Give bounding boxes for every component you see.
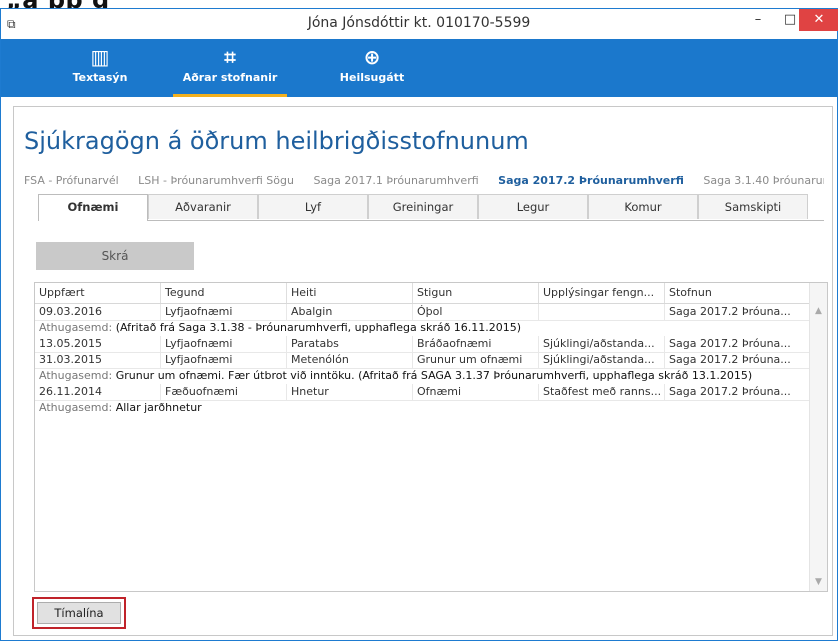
column-header-institution[interactable]: Stofnun xyxy=(665,283,811,303)
tab-legur[interactable]: Legur xyxy=(478,194,588,219)
vertical-scrollbar[interactable]: ▲ ▼ xyxy=(809,283,827,591)
network-icon: ⌗ xyxy=(224,45,236,69)
row-note: Athugasemd: (Afritað frá Saga 3.1.38 - Þ… xyxy=(39,321,522,334)
institution-tab-lsh[interactable]: LSH - Þróunarumhverfi Sögu xyxy=(138,174,294,187)
tab-greiningar[interactable]: Greiningar xyxy=(368,194,478,219)
tab-lyf[interactable]: Lyf xyxy=(258,194,368,219)
tab-komur[interactable]: Komur xyxy=(588,194,698,219)
tab-advaranir[interactable]: Aðvaranir xyxy=(148,194,258,219)
window-title: Jóna Jónsdóttir kt. 010170-5599 xyxy=(307,15,531,31)
toolbar-textasyn-button[interactable]: ▥ Textasýn xyxy=(67,45,133,93)
row-note: Athugasemd: Allar jarðhnetur xyxy=(39,401,202,414)
register-button[interactable]: Skrá xyxy=(36,242,194,270)
institution-tabs: FSA - Prófunarvél LSH - Þróunarumhverfi … xyxy=(24,174,824,192)
institution-tab-saga-3-1-40[interactable]: Saga 3.1.40 Þróunarumhverfi xyxy=(703,174,824,187)
toolbar-heilsugatt-button[interactable]: ⊕ Heilsugátt xyxy=(335,45,409,93)
library-icon: ▥ xyxy=(90,45,110,69)
institution-tab-saga-2017-1[interactable]: Saga 2017.1 Þróunarumhverfi xyxy=(313,174,478,187)
record-tabs: Ofnæmi Aðvaranir Lyf Greiningar Legur Ko… xyxy=(38,194,824,221)
app-window: ⧉ Jóna Jónsdóttir kt. 010170-5599 – □ ✕ … xyxy=(0,8,838,641)
column-header-info[interactable]: Upplýsingar fengn... xyxy=(539,283,665,303)
scroll-down-icon[interactable]: ▼ xyxy=(810,574,827,591)
institution-tab-saga-2017-2[interactable]: Saga 2017.2 Þróunarumhverfi xyxy=(498,174,684,187)
table-row[interactable]: 31.03.2015 Lyfjaofnæmi Metenólón Grunur … xyxy=(35,352,811,369)
active-indicator xyxy=(173,94,287,97)
timeline-button-highlight: Tímalína xyxy=(32,597,126,629)
title-bar: ⧉ Jóna Jónsdóttir kt. 010170-5599 – □ ✕ xyxy=(1,9,838,39)
cropped-caption: „a pp g xyxy=(0,0,838,8)
tab-ofnaemi[interactable]: Ofnæmi xyxy=(38,194,148,221)
table-row[interactable]: 13.05.2015 Lyfjaofnæmi Paratabs Bráðaofn… xyxy=(35,336,811,353)
column-header-name[interactable]: Heiti xyxy=(287,283,413,303)
column-header-grade[interactable]: Stigun xyxy=(413,283,539,303)
tab-samskipti[interactable]: Samskipti xyxy=(698,194,808,219)
scroll-up-icon[interactable]: ▲ xyxy=(810,303,827,320)
column-header-type[interactable]: Tegund xyxy=(161,283,287,303)
institution-tab-fsa[interactable]: FSA - Prófunarvél xyxy=(24,174,119,187)
toolbar-adrar-stofnanir-button[interactable]: ⌗ Aðrar stofnanir xyxy=(173,45,287,97)
toolbar: ▥ Textasýn ⌗ Aðrar stofnanir ⊕ Heilsugát… xyxy=(1,39,837,97)
table-row[interactable]: 09.03.2016 Lyfjaofnæmi Abalgin Óþol Saga… xyxy=(35,304,811,321)
row-note: Athugasemd: Grunur um ofnæmi. Fær útbrot… xyxy=(39,369,753,382)
table-header: Uppfært Tegund Heiti Stigun Upplýsingar … xyxy=(35,283,811,304)
minimize-button[interactable]: – xyxy=(741,9,775,31)
table-row[interactable]: 26.11.2014 Fæðuofnæmi Hnetur Ofnæmi Stað… xyxy=(35,384,811,401)
allergy-table: Uppfært Tegund Heiti Stigun Upplýsingar … xyxy=(34,282,828,592)
lifebuoy-icon: ⊕ xyxy=(363,45,381,69)
column-header-updated[interactable]: Uppfært xyxy=(35,283,161,303)
timeline-button[interactable]: Tímalína xyxy=(37,602,121,624)
main-panel: Sjúkragögn á öðrum heilbrigðisstofnunum … xyxy=(13,106,833,636)
page-title: Sjúkragögn á öðrum heilbrigðisstofnunum xyxy=(24,127,529,155)
close-button[interactable]: ✕ xyxy=(799,9,838,31)
